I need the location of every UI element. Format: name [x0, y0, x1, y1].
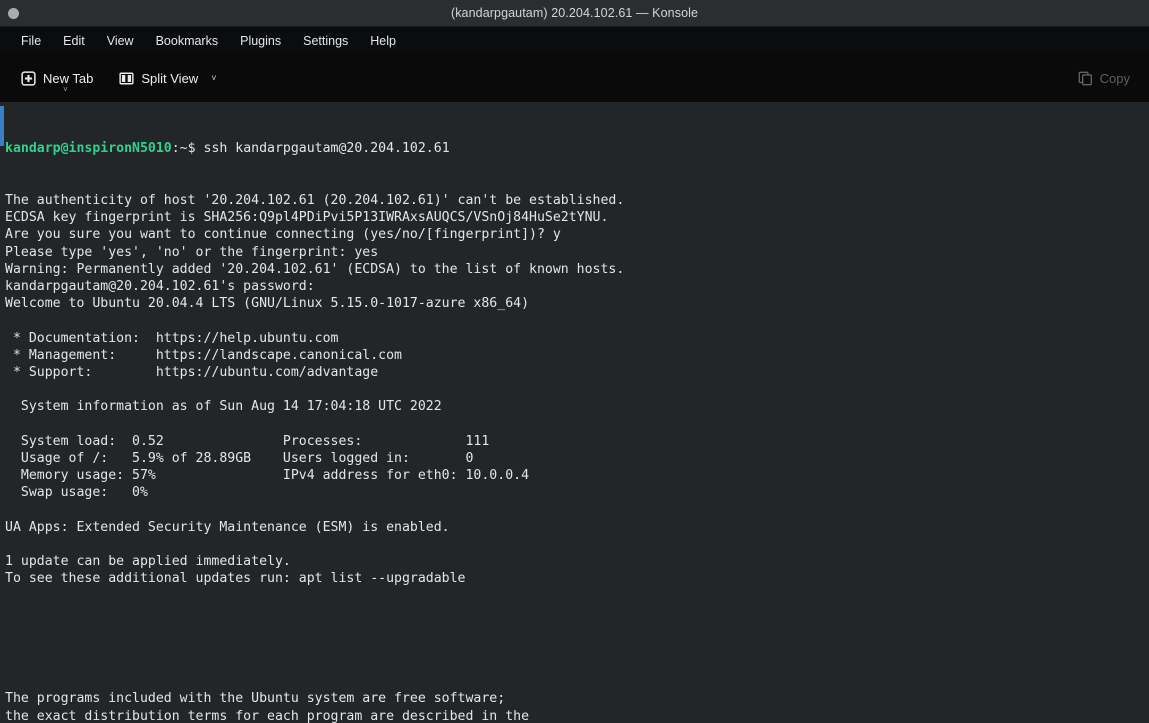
menubar: File Edit View Bookmarks Plugins Setting…: [0, 27, 1149, 54]
terminal-line: System load: 0.52 Processes: 111: [5, 433, 490, 449]
toolbar: New Tab ˅ Split View ˅ Copy: [0, 54, 1149, 102]
terminal-line: Swap usage: 0%: [5, 485, 148, 501]
window-titlebar: (kandarpgautam) 20.204.102.61 — Konsole: [0, 0, 1149, 27]
terminal-line: 1 update can be applied immediately.: [5, 553, 291, 569]
terminal-line: The programs included with the Ubuntu sy…: [5, 691, 506, 707]
terminal-line: * Management: https://landscape.canonica…: [5, 347, 402, 363]
prompt-command: ssh kandarpgautam@20.204.102.61: [195, 141, 450, 157]
copy-label: Copy: [1099, 70, 1130, 86]
terminal-line: kandarpgautam@20.204.102.61's password:: [5, 278, 315, 294]
terminal-body-lines: The authenticity of host '20.204.102.61 …: [5, 192, 1149, 723]
split-view-button[interactable]: Split View ˅: [112, 66, 223, 91]
terminal-line: Are you sure you want to continue connec…: [5, 227, 561, 243]
terminal-line: Please type 'yes', 'no' or the fingerpri…: [5, 244, 379, 260]
new-tab-chevron-down-icon[interactable]: ˅: [63, 85, 68, 94]
terminal-line: Welcome to Ubuntu 20.04.4 LTS (GNU/Linux…: [5, 296, 530, 312]
terminal-prompt-line: kandarp@inspironN5010:~$ ssh kandarpgaut…: [5, 140, 1149, 157]
terminal-scrollbar[interactable]: [0, 102, 4, 723]
copy-icon: [1078, 71, 1093, 86]
terminal-line: The authenticity of host '20.204.102.61 …: [5, 193, 625, 208]
close-icon[interactable]: [8, 7, 19, 19]
new-tab-label: New Tab: [43, 70, 94, 86]
terminal-scrollbar-thumb[interactable]: [0, 106, 4, 146]
terminal-line: * Support: https://ubuntu.com/advantage: [5, 364, 379, 380]
terminal-line: Memory usage: 57% IPv4 address for eth0:…: [5, 468, 530, 483]
prompt-user-host: kandarp@inspironN5010: [5, 141, 172, 157]
menu-file[interactable]: File: [10, 31, 52, 51]
terminal-line: To see these additional updates run: apt…: [5, 571, 466, 587]
terminal-line: System information as of Sun Aug 14 17:0…: [5, 399, 442, 415]
window-controls: [8, 0, 19, 26]
menu-help[interactable]: Help: [359, 31, 407, 51]
terminal-line: Usage of /: 5.9% of 28.89GB Users logged…: [5, 450, 474, 466]
terminal-line: the exact distribution terms for each pr…: [5, 708, 530, 723]
prompt-path: :~$: [171, 141, 196, 157]
split-view-label: Split View: [141, 70, 199, 86]
menu-settings[interactable]: Settings: [292, 31, 359, 51]
terminal-line: UA Apps: Extended Security Maintenance (…: [5, 519, 450, 535]
split-view-chevron-down-icon[interactable]: ˅: [211, 73, 216, 83]
new-tab-button[interactable]: New Tab ˅: [14, 66, 100, 94]
menu-view[interactable]: View: [96, 31, 145, 51]
new-tab-icon: [21, 70, 36, 86]
terminal-output: kandarp@inspironN5010:~$ ssh kandarpgaut…: [5, 106, 1149, 723]
menu-plugins[interactable]: Plugins: [229, 31, 292, 51]
window-title: (kandarpgautam) 20.204.102.61 — Konsole: [450, 6, 699, 20]
split-view-icon: [119, 71, 134, 86]
terminal-line: Warning: Permanently added '20.204.102.6…: [5, 261, 625, 277]
terminal-line: * Documentation: https://help.ubuntu.com: [5, 330, 339, 346]
terminal-line: ECDSA key fingerprint is SHA256:Q9pl4PDi…: [5, 210, 609, 226]
menu-bookmarks[interactable]: Bookmarks: [145, 31, 230, 51]
terminal-area[interactable]: kandarp@inspironN5010:~$ ssh kandarpgaut…: [0, 102, 1149, 723]
menu-edit[interactable]: Edit: [52, 31, 96, 51]
copy-button[interactable]: Copy: [1071, 66, 1137, 91]
